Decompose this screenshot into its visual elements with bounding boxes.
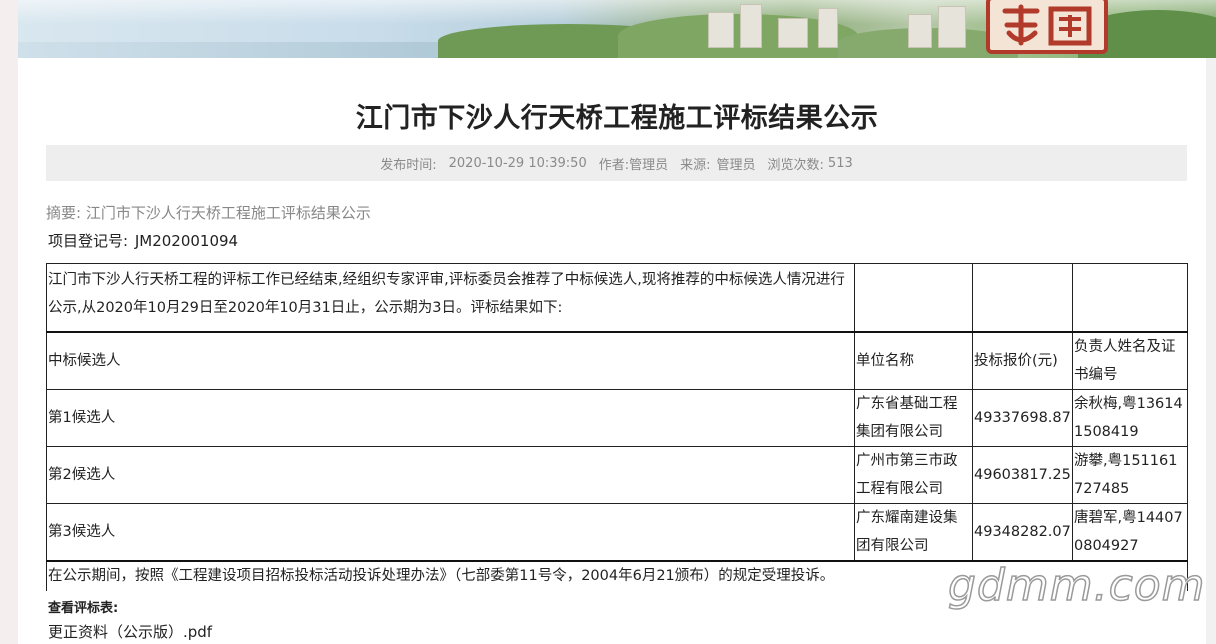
bid-price: 49337698.87: [972, 388, 1073, 447]
article-meta-bar: 发布时间: 2020-10-29 10:39:50 作者: 管理员 来源: 管理…: [46, 145, 1187, 181]
table-intro-text: 江门市下沙人行天桥工程的评标工作已经结束,经组织专家评审,评标委员会推荐了中标候…: [46, 263, 855, 332]
candidate-rank: 第3候选人: [46, 502, 855, 561]
article-page: 江门市下沙人行天桥工程施工评标结果公示 发布时间: 2020-10-29 10:…: [18, 0, 1216, 644]
candidate-rank: 第2候选人: [46, 445, 855, 504]
table-note-row: 在公示期间，按照《工程建设项目招标投标活动投诉处理办法》（七部委第11号令，20…: [46, 559, 1188, 591]
table-intro-row: 江门市下沙人行天桥工程的评标工作已经结束,经组织专家评审,评标委员会推荐了中标候…: [46, 263, 1188, 332]
bid-price: 49348282.07: [972, 502, 1073, 561]
registration-number: 项目登记号: JM202001094: [46, 230, 238, 251]
article-summary: 摘要: 江门市下沙人行天桥工程施工评标结果公示: [46, 204, 371, 222]
table-row: 第3候选人 广东耀南建设集团有限公司 49348282.07 唐碧军,粤1440…: [46, 502, 1188, 561]
views-count: 513: [827, 155, 853, 171]
author-label: 作者:: [598, 157, 630, 173]
company-name: 广东省基础工程集团有限公司: [854, 388, 973, 447]
right-margin: [1206, 58, 1216, 644]
banner-seal-logo: [986, 0, 1108, 54]
seal-calligraphy-icon: [1002, 4, 1092, 46]
company-name: 广东耀南建设集团有限公司: [854, 502, 973, 561]
header-banner: [18, 0, 1216, 58]
header-company: 单位名称: [854, 330, 973, 390]
page-title: 江门市下沙人行天桥工程施工评标结果公示: [355, 103, 879, 134]
bid-results-table: 江门市下沙人行天桥工程的评标工作已经结束,经组织专家评审,评标委员会推荐了中标候…: [46, 263, 1188, 591]
author-value: 管理员: [629, 157, 669, 173]
left-margin: [0, 0, 18, 644]
table-row: 第1候选人 广东省基础工程集团有限公司 49337698.87 余秋梅,粤136…: [46, 388, 1188, 447]
views-label: 浏览次数:: [767, 157, 824, 173]
bid-price: 49603817.25: [972, 445, 1073, 504]
registration-value: JM202001094: [134, 232, 239, 250]
manager-info: 余秋梅,粤136141508419: [1072, 388, 1188, 447]
company-name: 广州市第三市政工程有限公司: [854, 445, 973, 504]
candidate-rank: 第1候选人: [46, 388, 855, 447]
publish-time-value: 2020-10-29 10:39:50: [448, 155, 587, 171]
table-row: 第2候选人 广州市第三市政工程有限公司 49603817.25 游攀,粤1511…: [46, 445, 1188, 504]
publish-time-label: 发布时间:: [380, 157, 437, 173]
manager-info: 游攀,粤151161727485: [1072, 445, 1188, 504]
complaint-note: 在公示期间，按照《工程建设项目招标投标活动投诉处理办法》（七部委第11号令，20…: [46, 559, 1188, 591]
review-table-label: 查看评标表:: [48, 601, 119, 616]
source-label: 来源:: [680, 157, 711, 173]
table-header-row: 中标候选人 单位名称 投标报价(元) 负责人姓名及证书编号: [46, 330, 1188, 390]
manager-info: 唐碧军,粤144070804927: [1072, 502, 1188, 561]
source-value: 管理员: [716, 157, 756, 173]
registration-label: 项目登记号:: [48, 232, 129, 250]
header-candidate: 中标候选人: [46, 330, 855, 390]
attachment-pdf-link[interactable]: 更正资料（公示版）.pdf: [48, 621, 212, 642]
header-manager: 负责人姓名及证书编号: [1072, 330, 1188, 390]
header-bid-price: 投标报价(元): [972, 330, 1073, 390]
